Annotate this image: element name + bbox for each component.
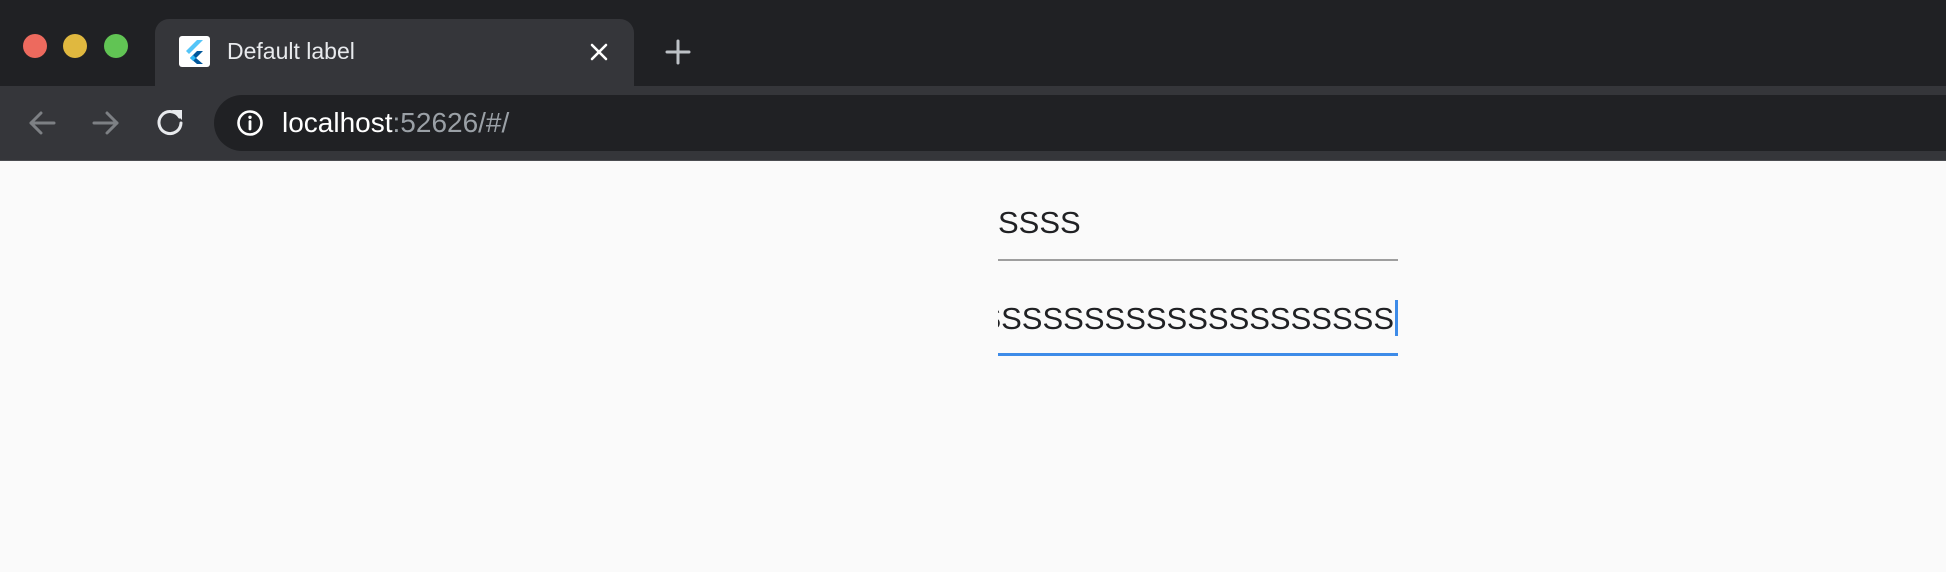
arrow-right-icon[interactable] — [88, 105, 124, 141]
text-field-1-value: SSSS — [998, 205, 1081, 240]
browser-titlebar: Default label — [0, 0, 1946, 86]
text-field-2[interactable]: SSSSSSSSSSSSSSSSSSSSSSSS — [998, 285, 1398, 356]
text-field-1[interactable]: SSSS — [998, 189, 1398, 261]
arrow-left-icon[interactable] — [24, 105, 60, 141]
url-path: :52626/#/ — [392, 107, 510, 138]
text-field-2-value: SSSSSSSSSSSSSSSSSSSSSSSS — [998, 301, 1394, 336]
browser-tab[interactable]: Default label — [155, 19, 634, 86]
text-cursor — [1395, 300, 1398, 336]
minimize-window-button[interactable] — [63, 34, 87, 58]
plus-icon[interactable] — [662, 36, 694, 68]
browser-toolbar: localhost:52626/#/ — [0, 86, 1946, 161]
url-text[interactable]: localhost:52626/#/ — [282, 108, 509, 138]
close-window-button[interactable] — [23, 34, 47, 58]
close-icon[interactable] — [586, 39, 612, 65]
url-host: localhost — [282, 107, 393, 138]
flutter-logo-icon — [179, 36, 210, 67]
maximize-window-button[interactable] — [104, 34, 128, 58]
address-bar[interactable]: localhost:52626/#/ — [214, 95, 1946, 151]
info-icon[interactable] — [236, 109, 264, 137]
reload-icon[interactable] — [152, 105, 188, 141]
page-content: SSSS SSSSSSSSSSSSSSSSSSSSSSSS — [0, 161, 1946, 572]
tab-title: Default label — [227, 38, 355, 64]
